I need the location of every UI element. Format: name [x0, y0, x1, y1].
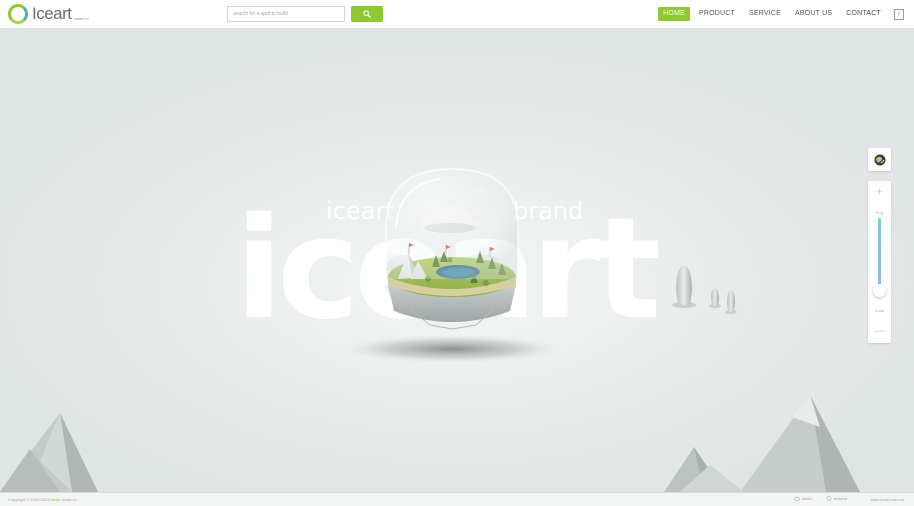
small-wordmark-left: iceart: [326, 197, 395, 225]
island-shadow: [342, 335, 562, 363]
zoom-panel: + Fog Color —: [868, 181, 891, 343]
logo[interactable]: Iceart Iceart.cn: [8, 3, 89, 25]
tencent-icon: [826, 496, 832, 501]
share-weibo-label: weibo: [802, 496, 813, 501]
footer-url[interactable]: www.iceart.com.cn: [871, 497, 904, 502]
search-input[interactable]: [227, 6, 345, 22]
share-weibo[interactable]: weibo: [794, 496, 812, 501]
glass-dome: [385, 168, 519, 279]
copyright-link[interactable]: Iceart: [51, 497, 61, 502]
globe-icon: [874, 154, 885, 165]
header-bar: Iceart Iceart.cn HOME PRODUCT SERVICE AB…: [0, 0, 914, 29]
nav-home[interactable]: HOME: [658, 7, 690, 21]
copyright-suffix: iceart.cn: [61, 497, 77, 502]
main-nav: HOME PRODUCT SERVICE ABOUT US CONTACT i: [656, 0, 914, 28]
share-tencent-label: tencent: [834, 496, 848, 501]
nav-about-us[interactable]: ABOUT US: [790, 7, 837, 21]
weibo-icon: [794, 496, 800, 501]
share-tencent[interactable]: tencent: [826, 496, 847, 501]
scene-canvas[interactable]: iceart iceart brand: [0, 29, 914, 492]
search-icon: [363, 10, 371, 18]
zoom-bottom-label: Color: [874, 308, 885, 313]
logo-subtext: Iceart.cn: [73, 16, 89, 21]
mini-map-button[interactable]: [868, 148, 891, 171]
search-button[interactable]: [351, 6, 383, 22]
small-wordmark-right: brand: [513, 197, 583, 225]
zoom-out-button[interactable]: —: [868, 325, 891, 337]
logo-ring-icon: [8, 4, 28, 24]
zoom-in-button[interactable]: +: [868, 186, 891, 198]
info-icon[interactable]: i: [894, 8, 904, 20]
copyright-prefix: Copyright © 2010-2013: [8, 497, 50, 502]
footer-bar: Copyright © 2010-2013 Iceart iceart.cn w…: [0, 492, 914, 506]
zoom-slider-handle[interactable]: [873, 284, 886, 298]
logo-text: Iceart: [32, 4, 72, 23]
nav-product[interactable]: PRODUCT: [694, 7, 740, 21]
nav-contact[interactable]: CONTACT: [841, 7, 886, 21]
zoom-slider-track[interactable]: [878, 218, 881, 292]
nav-service[interactable]: SERVICE: [744, 7, 786, 21]
copyright-text: Copyright © 2010-2013 Iceart iceart.cn: [8, 497, 77, 502]
zoom-top-label: Fog: [876, 210, 883, 215]
floating-island[interactable]: [385, 168, 519, 330]
